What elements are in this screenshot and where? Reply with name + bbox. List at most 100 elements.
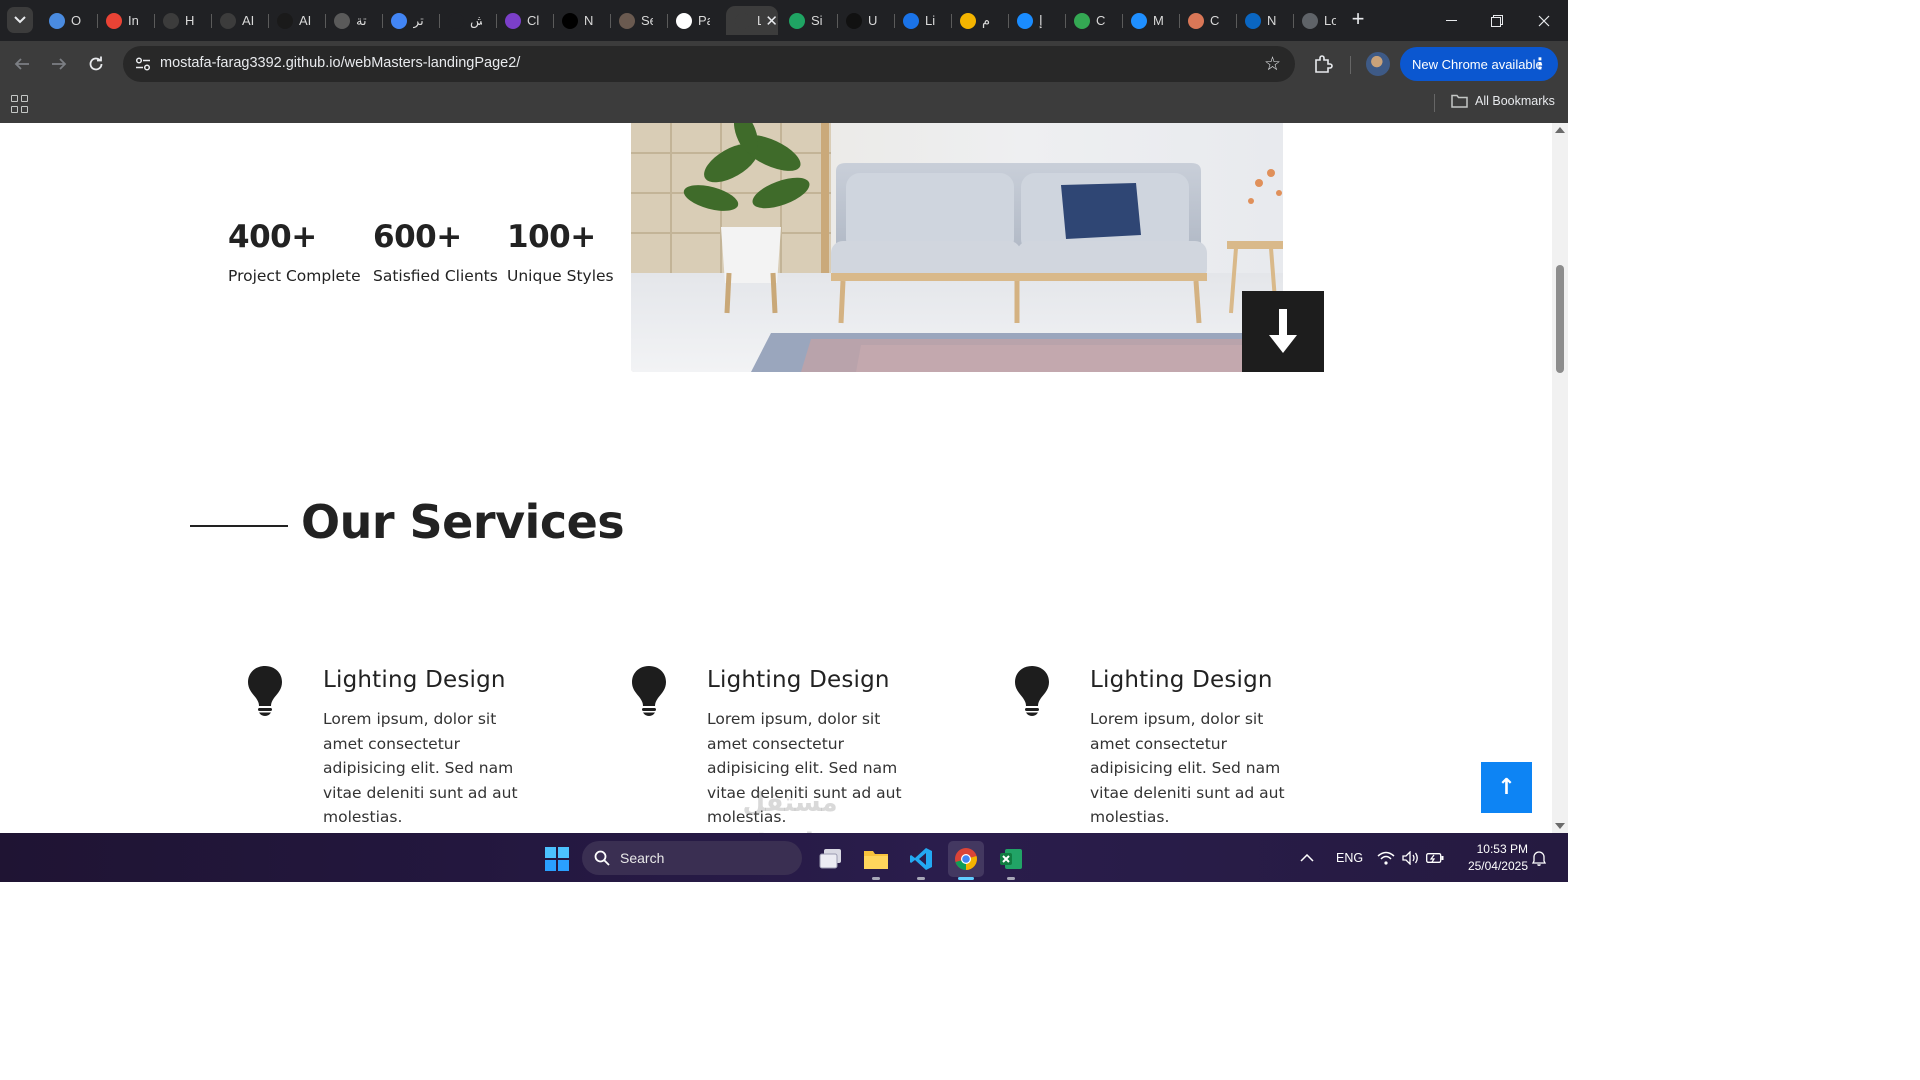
page-scrollbar[interactable]: [1552, 123, 1568, 833]
browser-tab[interactable]: C: [1065, 6, 1122, 35]
generic-icon: [789, 12, 805, 29]
url-text[interactable]: mostafa-farag3392.github.io/webMasters-l…: [160, 55, 520, 71]
scroll-to-top-button[interactable]: ↑: [1481, 762, 1532, 813]
volume-button[interactable]: [1402, 833, 1420, 882]
browser-tab[interactable]: AI: [268, 6, 325, 35]
tab-title: Pa: [698, 13, 710, 28]
running-indicator: [958, 877, 974, 880]
excel-button[interactable]: [993, 841, 1029, 880]
minimize-button[interactable]: [1428, 0, 1474, 41]
scroll-down-button[interactable]: [1242, 291, 1324, 372]
menu-icon[interactable]: ⋮: [1532, 54, 1548, 74]
arrow-down-icon: [1269, 308, 1297, 353]
browser-tab[interactable]: U: [837, 6, 894, 35]
tab-title: AI: [242, 13, 254, 28]
browser-tab[interactable]: ش: [439, 6, 496, 35]
reload-icon: [89, 56, 103, 71]
tab-title: تر: [413, 12, 424, 28]
tune-icon: [135, 57, 151, 71]
tab-strip: O In H AI AI تة تر ش Cl N Se Pa La✕ Si U Li م إ C M C N Lo +: [0, 0, 1568, 41]
vscode-icon: [910, 848, 932, 870]
tab-title: U: [868, 13, 878, 28]
tab-search-button[interactable]: [7, 7, 33, 33]
hero-sofa-image: [631, 123, 1283, 372]
profile-avatar[interactable]: [1366, 52, 1390, 76]
browser-tab-active[interactable]: La✕: [726, 6, 778, 35]
arrow-right-icon: [52, 58, 67, 70]
chevron-down-icon: [14, 16, 26, 24]
tab-title: C: [1210, 13, 1220, 28]
upwork-icon: [846, 12, 862, 29]
browser-tab[interactable]: O: [40, 6, 97, 35]
browser-tab[interactable]: H: [154, 6, 211, 35]
reload-button[interactable]: [83, 51, 109, 77]
tab-title: Li: [925, 13, 936, 28]
browser-tab[interactable]: N: [1236, 6, 1293, 35]
browser-tab[interactable]: إ: [1008, 6, 1065, 35]
scroll-up-arrow-icon[interactable]: [1555, 127, 1565, 133]
browser-tab[interactable]: Lo: [1293, 6, 1350, 35]
browser-tab[interactable]: AI: [211, 6, 268, 35]
scrollbar-thumb[interactable]: [1556, 265, 1564, 373]
close-window-button[interactable]: [1521, 0, 1567, 41]
scroll-down-arrow-icon[interactable]: [1555, 823, 1565, 829]
browser-tab[interactable]: تة: [325, 6, 382, 35]
all-bookmarks-button[interactable]: All Bookmarks: [1451, 94, 1555, 108]
extensions-button[interactable]: [1312, 53, 1334, 75]
language-indicator[interactable]: ENG: [1336, 833, 1363, 882]
address-bar[interactable]: mostafa-farag3392.github.io/webMasters-l…: [123, 46, 1295, 82]
vscode-button[interactable]: [903, 841, 939, 880]
apps-grid-icon[interactable]: [11, 95, 29, 113]
generic-icon: [1131, 12, 1147, 29]
tab-title: AI: [299, 13, 311, 28]
lightbulb-icon: [1015, 666, 1049, 716]
browser-tab[interactable]: Pa: [667, 6, 724, 35]
browser-tab[interactable]: Li: [894, 6, 951, 35]
browser-tab[interactable]: Se: [610, 6, 667, 35]
bookmarks-bar: All Bookmarks: [0, 87, 1568, 123]
services-heading: Our Services: [190, 495, 625, 549]
new-tab-button[interactable]: +: [1346, 8, 1370, 32]
browser-tab[interactable]: Si: [780, 6, 837, 35]
taskbar-search-box[interactable]: Search: [582, 841, 802, 875]
forward-button[interactable]: [46, 51, 72, 77]
start-button[interactable]: [539, 841, 575, 877]
lightbulb-icon: [248, 666, 282, 716]
battery-button[interactable]: [1426, 833, 1444, 882]
notifications-button[interactable]: [1532, 833, 1546, 882]
stat-number: 100+: [507, 219, 596, 255]
drive-icon: [1074, 12, 1090, 29]
browser-tab[interactable]: In: [97, 6, 154, 35]
browser-tab[interactable]: C: [1179, 6, 1236, 35]
linkedin-icon: [1245, 12, 1261, 29]
tab-title: Cl: [527, 13, 539, 28]
close-tab-icon[interactable]: ✕: [765, 12, 778, 30]
github-icon: [676, 12, 692, 29]
running-indicator: [917, 877, 925, 880]
tab-title: M: [1153, 13, 1164, 28]
excel-icon: [1000, 849, 1022, 869]
chrome-update-button[interactable]: New Chrome available ⋮: [1400, 47, 1558, 81]
back-button[interactable]: [9, 51, 35, 77]
system-clock[interactable]: 10:53 PM 25/04/2025: [1456, 841, 1528, 875]
update-label: New Chrome available: [1412, 56, 1543, 72]
browser-tab[interactable]: Cl: [496, 6, 553, 35]
bell-icon: [1532, 850, 1546, 866]
restore-icon: [1491, 14, 1503, 27]
browser-tab[interactable]: م: [951, 6, 1008, 35]
chrome-button[interactable]: [948, 841, 984, 880]
task-view-button[interactable]: [813, 841, 849, 877]
browser-tab[interactable]: تر: [382, 6, 439, 35]
browser-tab[interactable]: M: [1122, 6, 1179, 35]
restore-button[interactable]: [1474, 0, 1520, 41]
service-title: Lighting Design: [1090, 667, 1273, 693]
folder-icon: [864, 851, 888, 869]
file-explorer-button[interactable]: [858, 841, 894, 880]
show-hidden-icons-button[interactable]: [1300, 833, 1314, 882]
page-icon: [735, 12, 751, 29]
browser-tab[interactable]: N: [553, 6, 610, 35]
service-text: Lorem ipsum, dolor sit amet consectetur …: [323, 710, 518, 826]
bookmark-star-icon[interactable]: ☆: [1264, 53, 1281, 76]
network-button[interactable]: [1377, 833, 1395, 882]
site-info-button[interactable]: [132, 53, 154, 75]
